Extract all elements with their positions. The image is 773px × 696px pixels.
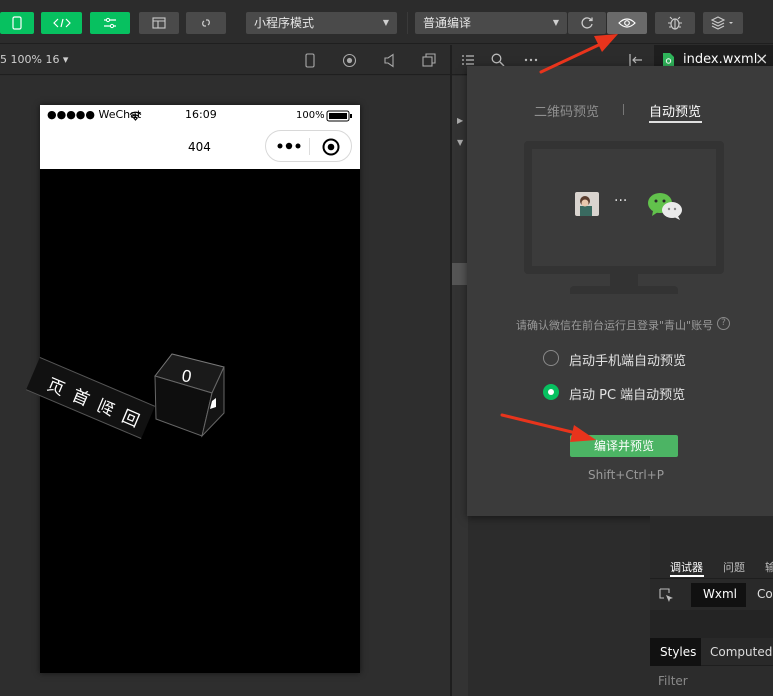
tab-auto-preview[interactable]: 自动预览	[649, 101, 701, 120]
phone-icon[interactable]	[304, 53, 316, 68]
layout-icon	[152, 17, 166, 29]
signal-carrier: ●●●●● WeChat	[47, 108, 142, 121]
chevron-down-icon: ▼	[382, 18, 389, 27]
more-icon[interactable]	[277, 142, 301, 150]
layout-toggle-button[interactable]	[139, 12, 179, 34]
styles-filter-input[interactable]: Filter	[650, 666, 773, 696]
volume-icon[interactable]	[383, 53, 397, 68]
tab-computed[interactable]: Computed	[710, 645, 772, 659]
record-icon[interactable]	[342, 53, 357, 68]
remote-debug-button[interactable]	[655, 12, 695, 34]
option-pc-label[interactable]: 启动 PC 端自动预览	[569, 384, 685, 403]
simulator-header: 5 100% 16 ▾	[0, 45, 450, 75]
tab-output[interactable]: 输	[765, 559, 773, 575]
subtab-console[interactable]: Co	[757, 587, 773, 601]
inspect-element-icon[interactable]	[659, 588, 674, 603]
file-tab-label: index.wxml	[683, 52, 758, 67]
wifi-icon	[129, 111, 142, 121]
main-toolbar: 小程序模式 ▼ 普通编译 ▼	[0, 0, 773, 44]
tab-issues[interactable]: 问题	[723, 559, 745, 575]
radio-mobile-auto-preview[interactable]	[543, 350, 559, 366]
more-icon[interactable]	[524, 58, 538, 62]
devtools-panel: 调试器 问题 输 Wxml Co Styles Computed Filter	[650, 516, 773, 696]
capsule-menu	[265, 130, 352, 162]
eye-icon	[618, 18, 636, 28]
toolbar-divider	[407, 12, 408, 34]
cloud-link-button[interactable]	[186, 12, 226, 34]
search-icon[interactable]	[491, 53, 505, 67]
debugger-toggle-button[interactable]	[90, 12, 130, 34]
bug-icon	[668, 16, 682, 30]
phone-status-bar: ●●●●● WeChat 16:09 100%	[40, 105, 360, 127]
battery-icon	[326, 110, 352, 122]
ribbon: 回到首页	[25, 357, 156, 439]
styles-tab-bar: Styles Computed	[650, 638, 773, 666]
devtools-tab-bar: 调试器 问题 输	[650, 547, 773, 579]
tab-qr-preview[interactable]: 二维码预览	[534, 101, 599, 120]
link-icon	[202, 19, 210, 27]
refresh-icon	[581, 17, 593, 29]
collapse-panel-icon[interactable]	[628, 53, 644, 67]
collapse-arrow-icon[interactable]: ▼	[457, 138, 463, 147]
radio-pc-auto-preview[interactable]	[543, 384, 559, 400]
chevron-down-icon: ▼	[552, 18, 559, 27]
connecting-dots: ···	[614, 193, 628, 209]
monitor-base	[570, 286, 678, 294]
tab-styles-label: Styles	[660, 645, 697, 659]
option-mobile-label[interactable]: 启动手机端自动预览	[569, 350, 686, 369]
help-icon[interactable]: ?	[717, 317, 730, 330]
compile-mode-value: 普通编译	[423, 16, 472, 30]
preview-button[interactable]	[607, 12, 647, 34]
page-title: 404	[188, 140, 211, 154]
scroll-thumb[interactable]	[452, 263, 468, 285]
devtools-subtab-bar: Wxml Co	[650, 580, 773, 610]
phone-screen[interactable]: ●●●●● WeChat 16:09 100% 404 回到首页 0	[25, 105, 360, 673]
compile-mode-select[interactable]: 普通编译 ▼	[415, 12, 567, 34]
code-icon	[52, 18, 71, 28]
active-tab-underline	[670, 575, 704, 577]
preview-popover: 二维码预览 自动预览 ··· 请确认微信在前台运行且登录"青山"账号 ? 启动手…	[467, 66, 773, 516]
layers-icon	[711, 16, 733, 30]
file-icon	[663, 53, 674, 66]
avatar	[575, 192, 599, 216]
devtools-dom-tree	[650, 610, 773, 638]
battery-percent: 100%	[296, 110, 325, 121]
refresh-button[interactable]	[568, 12, 606, 34]
tab-divider	[623, 104, 624, 115]
list-icon[interactable]	[461, 54, 475, 66]
login-hint: 请确认微信在前台运行且登录"青山"账号	[516, 319, 714, 332]
filter-placeholder: Filter	[658, 674, 688, 688]
active-tab-underline	[649, 121, 702, 123]
close-miniprogram-icon[interactable]	[321, 137, 341, 157]
detach-window-icon[interactable]	[422, 53, 437, 68]
capsule-divider	[309, 138, 310, 155]
radio-dot	[548, 389, 554, 395]
mode-select-value: 小程序模式	[254, 16, 315, 30]
explorer-gutter: ▶ ▼	[452, 76, 468, 696]
phone-navigation-bar: 404	[40, 127, 360, 169]
sliders-icon	[104, 17, 116, 29]
tab-styles[interactable]: Styles	[650, 638, 701, 666]
cube[interactable]: 0	[152, 353, 228, 439]
subtab-wxml-label: Wxml	[703, 587, 737, 601]
zoom-select[interactable]: 5 100% 16 ▾	[0, 53, 68, 66]
wechat-logo-icon	[648, 193, 682, 220]
simulator-toggle-button[interactable]	[0, 12, 34, 34]
monitor-illustration: ···	[524, 141, 724, 274]
clock-time: 16:09	[185, 108, 217, 121]
version-menu-button[interactable]	[703, 12, 743, 34]
phone-icon	[12, 16, 22, 30]
ribbon-text: 回到首页	[34, 371, 143, 432]
subtab-wxml[interactable]: Wxml	[691, 583, 746, 607]
mode-select[interactable]: 小程序模式 ▼	[246, 12, 397, 34]
expand-arrow-icon[interactable]: ▶	[457, 116, 463, 125]
tab-debugger[interactable]: 调试器	[670, 559, 703, 575]
editor-toggle-button[interactable]	[41, 12, 82, 34]
compile-and-preview-button[interactable]: 编译并预览	[570, 435, 678, 457]
shortcut-hint: Shift+Ctrl+P	[588, 468, 664, 482]
